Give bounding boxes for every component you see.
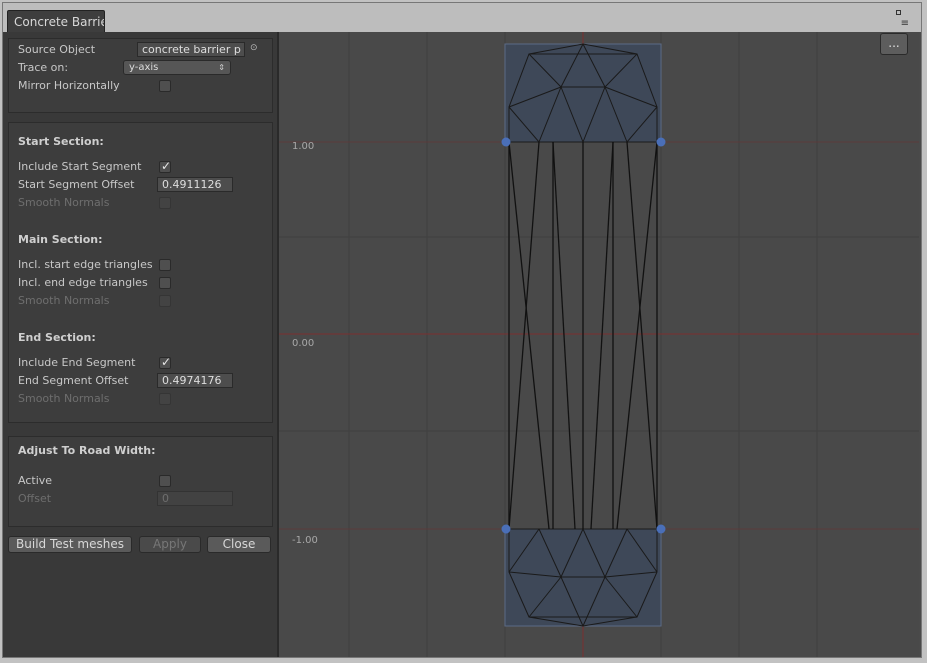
main-section-title: Main Section:	[18, 233, 103, 246]
start-smooth-normals-label: Smooth Normals	[18, 196, 110, 209]
end-segment-offset-field[interactable]: 0.4974176	[157, 373, 233, 388]
mirror-horizontally-checkbox[interactable]	[159, 80, 171, 92]
incl-start-edge-label: Incl. start edge triangles	[18, 258, 153, 271]
handle-bottom-right[interactable]	[656, 524, 666, 534]
source-object-field[interactable]: concrete barrier p	[137, 42, 245, 57]
main-smooth-normals-checkbox	[159, 295, 171, 307]
end-smooth-normals-label: Smooth Normals	[18, 392, 110, 405]
dropdown-arrows-icon: ⇕	[218, 63, 225, 72]
start-segment-region	[504, 43, 662, 143]
adjust-road-width-title: Adjust To Road Width:	[18, 444, 156, 457]
start-section-title: Start Section:	[18, 135, 104, 148]
end-smooth-normals-checkbox	[159, 393, 171, 405]
handle-top-right[interactable]	[656, 137, 666, 147]
trace-on-label: Trace on:	[18, 61, 69, 74]
y-tick-0: 0.00	[292, 338, 315, 349]
mesh-viewport[interactable]	[279, 32, 919, 657]
start-smooth-normals-checkbox	[159, 197, 171, 209]
end-segment-offset-label: End Segment Offset	[18, 374, 129, 387]
main-section-mesh	[508, 141, 658, 530]
tab-controls: ≡	[887, 8, 909, 32]
trace-axis-dropdown[interactable]: y-axis ⇕	[123, 60, 231, 75]
include-end-segment-checkbox[interactable]: ✓	[159, 355, 172, 369]
mirror-horizontally-label: Mirror Horizontally	[18, 79, 120, 92]
y-tick-1: 1.00	[292, 141, 315, 152]
incl-end-edge-label: Incl. end edge triangles	[18, 276, 148, 289]
maximize-icon[interactable]	[896, 10, 901, 15]
incl-start-edge-checkbox[interactable]	[159, 259, 171, 271]
start-segment-offset-label: Start Segment Offset	[18, 178, 135, 191]
start-segment-offset-field[interactable]: 0.4911126	[157, 177, 233, 192]
object-picker-icon[interactable]: ⊙	[250, 43, 258, 53]
trace-axis-value: y-axis	[129, 62, 159, 73]
active-label: Active	[18, 474, 53, 487]
handle-bottom-left[interactable]	[501, 524, 511, 534]
include-end-segment-label: Include End Segment	[18, 356, 136, 369]
viewport-options-button[interactable]: ...	[880, 33, 908, 55]
include-start-segment-checkbox[interactable]: ✓	[159, 159, 172, 173]
offset-label: Offset	[18, 492, 52, 505]
build-test-meshes-button[interactable]: Build Test meshes	[8, 536, 132, 553]
tab-menu-icon[interactable]: ≡	[901, 19, 909, 29]
check-icon: ✓	[161, 159, 172, 173]
main-smooth-normals-label: Smooth Normals	[18, 294, 110, 307]
handle-top-left[interactable]	[501, 137, 511, 147]
source-object-label: Source Object	[18, 43, 96, 56]
tab-concrete-barrier[interactable]: Concrete Barrier	[7, 10, 105, 34]
apply-button[interactable]: Apply	[139, 536, 201, 553]
offset-field: 0	[157, 491, 233, 506]
close-button[interactable]: Close	[207, 536, 271, 553]
tab-bar: Concrete Barrier ≡	[3, 3, 921, 34]
y-tick-neg1: -1.00	[292, 535, 318, 546]
include-start-segment-label: Include Start Segment	[18, 160, 142, 173]
active-checkbox[interactable]	[159, 475, 171, 487]
editor-window: Concrete Barrier ≡ Source Object concret…	[0, 0, 927, 663]
incl-end-edge-checkbox[interactable]	[159, 277, 171, 289]
mesh-preview	[279, 32, 919, 657]
check-icon: ✓	[161, 355, 172, 369]
end-section-title: End Section:	[18, 331, 96, 344]
